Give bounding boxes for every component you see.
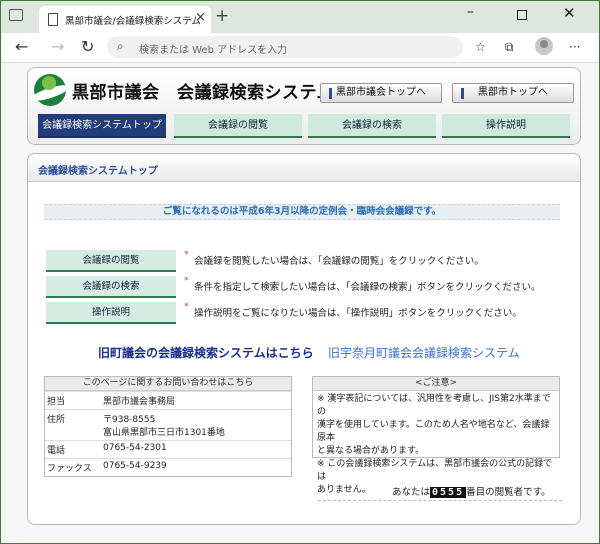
address-toolbar: ← → ↻ ⌕ 検索または Web アドレスを入力 ☆ ⧉ ··· <box>1 33 599 63</box>
menu-top[interactable]: 会議録検索システムトップ <box>38 114 166 138</box>
panel-heading: 会議録検索システムトップ <box>28 154 580 182</box>
contact-value: 0765-54-2301 <box>103 443 167 453</box>
kurobe-logo-icon <box>34 74 66 106</box>
close-tab-icon[interactable]: × <box>195 10 206 25</box>
notice-banner: ご覧になれるのは平成6年3月以降の定例会・臨時会会議録です。 <box>44 204 560 220</box>
notes-body: ※ 漢字表記については、汎用性を考慮し、JIS第2水準までの 漢字を使用していま… <box>313 391 559 499</box>
site-title: 黒部市議会 会議録検索システム <box>72 83 334 103</box>
search-button[interactable]: 会議録の検索 <box>46 276 176 298</box>
tab-bar: 黒部市議会/会議録検索システム × + – ✕ <box>1 1 599 33</box>
counter-suffix: 番目の閲覧者です。 <box>466 487 551 498</box>
contact-label: ファックス <box>47 464 92 474</box>
browse-description: 会議録を閲覧したい場合は、「会議録の閲覧」をクリックください。 <box>194 256 484 267</box>
postal-code: 〒938-8555 <box>103 415 156 425</box>
notes-line: ※ この会議録検索システムは、黒部市議会の公式の記録では <box>317 459 553 482</box>
maximize-icon[interactable] <box>517 10 527 20</box>
city-top-link[interactable]: 黒部市トップへ <box>452 83 574 103</box>
address-placeholder: 検索または Web アドレスを入力 <box>139 45 288 56</box>
notes-box: <ご注意> ※ 漢字表記については、汎用性を考慮し、JIS第2水準までの 漢字を… <box>312 376 560 495</box>
back-icon[interactable]: ← <box>15 37 28 56</box>
visitor-counter: あなたは 0555 番目の閲覧者です。 <box>392 484 551 498</box>
collections-icon[interactable]: ⧉ <box>505 40 514 55</box>
address-line: 富山県黒部市三日市1301番地 <box>103 428 225 438</box>
table-row: 電話 0765-54-2301 <box>45 440 291 458</box>
contact-value: 〒938-8555 富山県黒部市三日市1301番地 <box>101 410 291 440</box>
menu-browse[interactable]: 会議録の閲覧 <box>174 114 302 138</box>
reload-icon[interactable]: ↻ <box>81 37 94 56</box>
counter-digits: 0555 <box>430 487 467 498</box>
menu-search[interactable]: 会議録の検索 <box>308 114 436 138</box>
more-menu-icon[interactable]: ··· <box>569 40 580 54</box>
contact-label: 住所 <box>47 415 66 425</box>
contact-title: このページに関するお問い合わせはこちら <box>45 377 291 391</box>
search-icon: ⌕ <box>117 39 124 53</box>
contact-label: 担当 <box>47 397 66 407</box>
contact-label: 電話 <box>47 446 66 456</box>
address-bar[interactable]: ⌕ 検索または Web アドレスを入力 <box>107 36 463 58</box>
table-row: 担当 黒部市議会事務局 <box>45 391 291 409</box>
profile-avatar[interactable] <box>535 37 553 55</box>
council-top-link[interactable]: 黒部市議会トップへ <box>320 83 442 103</box>
tab-actions-icon[interactable] <box>9 9 23 21</box>
old-town-council-link[interactable]: 旧町議会の会議録検索システムはこちら <box>98 344 314 361</box>
menu-help[interactable]: 操作説明 <box>442 114 570 138</box>
close-window-icon[interactable]: ✕ <box>563 4 576 22</box>
bullet-mark: * <box>184 276 189 286</box>
table-row: ファックス 0765-54-9239 <box>45 458 291 476</box>
contact-table: このページに関するお問い合わせはこちら 担当 黒部市議会事務局 住所 〒938-… <box>44 376 292 477</box>
bullet-mark: * <box>184 250 189 260</box>
notes-line: ※ 漢字表記については、汎用性を考慮し、JIS第2水準までの <box>317 394 551 417</box>
browser-window: 黒部市議会/会議録検索システム × + – ✕ ← → ↻ ⌕ 検索または We… <box>0 0 600 544</box>
bullet-mark: * <box>184 302 189 312</box>
browser-tab[interactable]: 黒部市議会/会議録検索システム × <box>39 6 211 33</box>
notes-line: 漢字を使用しています。このため人名や地名など、会議録原本 <box>317 420 550 443</box>
site-header: 黒部市議会 会議録検索システム 黒部市議会トップへ 黒部市トップへ 会議録検索シ… <box>27 67 581 145</box>
help-button[interactable]: 操作説明 <box>46 302 176 324</box>
contact-value: 0765-54-9239 <box>103 461 167 471</box>
unazuki-council-link[interactable]: 旧宇奈月町議会会議録検索システム <box>328 344 520 361</box>
help-description: 操作説明をご覧になりたい場合は、「操作説明」ボタンをクリックください。 <box>194 308 522 319</box>
search-description: 条件を指定して検索したい場合は、「会議録の検索」ボタンをクリックください。 <box>194 282 541 293</box>
page-title: 会議録検索システムトップ <box>38 166 158 177</box>
favorites-star-icon[interactable]: ☆ <box>475 40 486 54</box>
browse-button[interactable]: 会議録の閲覧 <box>46 250 176 272</box>
main-content: 会議録検索システムトップ ご覧になれるのは平成6年3月以降の定例会・臨時会会議録… <box>27 153 581 525</box>
notes-title: <ご注意> <box>313 377 559 391</box>
divider <box>318 500 562 501</box>
forward-icon[interactable]: → <box>51 37 64 56</box>
contact-value: 黒部市議会事務局 <box>103 397 176 407</box>
table-row: 住所 〒938-8555 富山県黒部市三日市1301番地 <box>45 409 291 440</box>
notes-line: と異なる場合があります。 <box>317 446 425 456</box>
page-viewport: 黒部市議会 会議録検索システム 黒部市議会トップへ 黒部市トップへ 会議録検索シ… <box>1 63 599 543</box>
minimize-icon[interactable]: – <box>467 4 474 20</box>
tab-title: 黒部市議会/会議録検索システム <box>65 16 201 27</box>
page-icon <box>48 13 58 26</box>
new-tab-icon[interactable]: + <box>215 6 229 26</box>
counter-prefix: あなたは <box>392 487 431 498</box>
